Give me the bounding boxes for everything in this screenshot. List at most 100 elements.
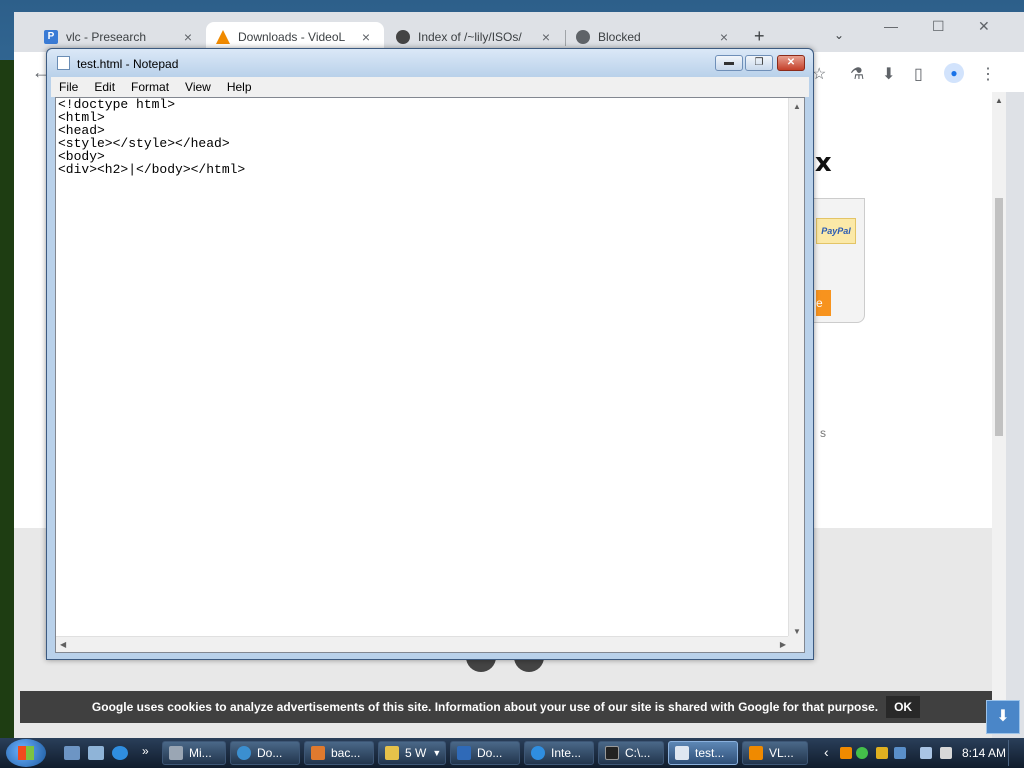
new-tab-button[interactable]: + bbox=[754, 26, 765, 47]
scroll-right-arrow-icon[interactable]: ▶ bbox=[780, 640, 786, 649]
show-desktop-quicklaunch-icon[interactable] bbox=[64, 746, 80, 760]
browser-close-button[interactable]: ✕ bbox=[978, 18, 990, 35]
notepad-horizontal-scrollbar[interactable]: ◀ ▶ bbox=[56, 636, 790, 652]
presearch-icon: P bbox=[44, 30, 58, 44]
notepad-size-grip bbox=[788, 636, 804, 652]
text-fragment: s bbox=[820, 426, 826, 440]
taskbar-item[interactable]: C:\... bbox=[598, 741, 664, 765]
switch-windows-icon[interactable] bbox=[88, 746, 104, 760]
notepad-text-area[interactable]: <!doctype html> <html> <head> <style></s… bbox=[55, 97, 805, 653]
taskbar-item-notepad[interactable]: test... bbox=[668, 741, 738, 765]
chrome-icon bbox=[237, 746, 251, 760]
download-arrow-icon[interactable]: ⬇ bbox=[986, 700, 1020, 734]
internet-explorer-icon[interactable] bbox=[112, 746, 128, 760]
app-icon bbox=[311, 746, 325, 760]
tab-title: vlc - Presearch bbox=[66, 30, 147, 44]
notepad-vertical-scrollbar[interactable]: ▲ ▼ bbox=[788, 98, 804, 638]
cookie-banner-text: Google uses cookies to analyze advertise… bbox=[91, 700, 879, 714]
start-button[interactable] bbox=[6, 739, 46, 767]
app-icon bbox=[169, 746, 183, 760]
menu-format[interactable]: Format bbox=[123, 80, 177, 94]
scroll-down-arrow-icon[interactable]: ▼ bbox=[793, 627, 801, 636]
notepad-app-icon bbox=[57, 56, 70, 70]
notepad-icon bbox=[675, 746, 689, 760]
notepad-menu-bar: File Edit Format View Help bbox=[51, 77, 809, 97]
taskbar-item-label: bac... bbox=[331, 746, 361, 760]
browser-minimize-button[interactable]: — bbox=[884, 18, 898, 34]
taskbar-item[interactable]: VL... bbox=[742, 741, 808, 765]
taskbar-item[interactable]: Do... bbox=[230, 741, 300, 765]
taskbar-item-label: Mi... bbox=[189, 746, 212, 760]
vlc-cone-icon bbox=[749, 746, 763, 760]
vlc-cone-icon bbox=[216, 30, 230, 44]
bookmark-star-icon[interactable]: ☆ bbox=[812, 64, 826, 84]
chevron-down-icon: ▼ bbox=[432, 748, 442, 758]
status-tray-icon[interactable] bbox=[856, 747, 868, 759]
internet-explorer-icon bbox=[531, 746, 545, 760]
cookie-ok-button[interactable]: OK bbox=[886, 696, 921, 718]
close-icon[interactable]: × bbox=[716, 29, 732, 45]
quicklaunch-overflow[interactable]: » bbox=[142, 744, 149, 758]
taskbar-item[interactable]: Mi... bbox=[162, 741, 226, 765]
menu-kebab-icon[interactable]: ⋮ bbox=[980, 64, 996, 84]
windows-logo-icon bbox=[18, 746, 34, 760]
extension-flask-icon[interactable]: ⚗ bbox=[850, 64, 864, 84]
tab-search-button[interactable]: ⌄ bbox=[834, 28, 844, 42]
vlc-tray-icon[interactable] bbox=[840, 747, 852, 759]
close-icon[interactable]: × bbox=[538, 29, 554, 45]
tray-expand-icon[interactable]: ‹ bbox=[824, 744, 829, 760]
tab-strip: P vlc - Presearch × Downloads - VideoL ×… bbox=[14, 12, 1024, 52]
taskbar-item[interactable]: bac... bbox=[304, 741, 374, 765]
taskbar-item[interactable]: Inte... bbox=[524, 741, 594, 765]
monitor-tray-icon[interactable] bbox=[894, 747, 906, 759]
notepad-minimize-button[interactable]: ▬ bbox=[715, 55, 743, 71]
scroll-left-arrow-icon[interactable]: ◀ bbox=[60, 640, 66, 649]
tab-title: Index of /~lily/ISOs/ bbox=[418, 30, 522, 44]
taskbar-item-label: Do... bbox=[477, 746, 503, 760]
taskbar-item-label: Inte... bbox=[551, 746, 582, 760]
page-scrollbar[interactable]: ▲ bbox=[992, 92, 1006, 702]
menu-help[interactable]: Help bbox=[219, 80, 260, 94]
desktop-edge bbox=[0, 60, 14, 740]
scroll-up-arrow-icon[interactable]: ▲ bbox=[793, 102, 801, 111]
notepad-title: test.html - Notepad bbox=[77, 57, 179, 71]
browser-maximize-button[interactable]: ☐ bbox=[932, 18, 945, 35]
side-panel-icon[interactable]: ▯ bbox=[914, 64, 923, 84]
notepad-close-button[interactable]: ✕ bbox=[777, 55, 805, 71]
menu-file[interactable]: File bbox=[51, 80, 86, 94]
taskbar: » Mi... Do... bac... 5 W ▼ Do... Inte...… bbox=[0, 738, 1024, 768]
scroll-up-arrow-icon[interactable]: ▲ bbox=[995, 96, 1003, 105]
notepad-window: test.html - Notepad ▬ ❐ ✕ File Edit Form… bbox=[46, 48, 814, 660]
close-icon[interactable]: × bbox=[180, 29, 196, 45]
volume-icon[interactable] bbox=[940, 747, 952, 759]
scrollbar-thumb[interactable] bbox=[995, 198, 1003, 436]
command-prompt-icon bbox=[605, 746, 619, 760]
close-icon[interactable]: × bbox=[358, 29, 374, 45]
globe-icon bbox=[576, 30, 590, 44]
notepad-content[interactable]: <!doctype html> <html> <head> <style></s… bbox=[58, 98, 245, 176]
taskbar-item[interactable]: Do... bbox=[450, 741, 520, 765]
download-icon[interactable]: ⬇ bbox=[882, 64, 895, 84]
network-icon[interactable] bbox=[920, 747, 932, 759]
paypal-button[interactable]: PayPal bbox=[816, 218, 856, 244]
notepad-title-bar[interactable]: test.html - Notepad ▬ ❐ ✕ bbox=[47, 49, 813, 77]
taskbar-item-label: 5 W bbox=[405, 746, 427, 760]
taskbar-item-label: test... bbox=[695, 746, 725, 760]
taskbar-item-label: VL... bbox=[769, 746, 794, 760]
donate-button-fragment[interactable]: e bbox=[816, 290, 831, 316]
show-desktop-button[interactable] bbox=[1008, 740, 1022, 766]
word-icon bbox=[457, 746, 471, 760]
github-icon bbox=[396, 30, 410, 44]
taskbar-group[interactable]: 5 W ▼ bbox=[378, 741, 446, 765]
tab-title: Blocked bbox=[598, 30, 641, 44]
cookie-banner: Google uses cookies to analyze advertise… bbox=[20, 691, 992, 723]
menu-view[interactable]: View bbox=[177, 80, 219, 94]
clock[interactable]: 8:14 AM bbox=[962, 746, 1006, 760]
taskbar-item-label: Do... bbox=[257, 746, 283, 760]
menu-edit[interactable]: Edit bbox=[86, 80, 123, 94]
folder-icon bbox=[385, 746, 399, 760]
notepad-maximize-button[interactable]: ❐ bbox=[745, 55, 773, 71]
security-shield-icon[interactable] bbox=[876, 747, 888, 759]
profile-avatar-icon[interactable]: ● bbox=[944, 63, 964, 83]
taskbar-item-label: C:\... bbox=[625, 746, 651, 760]
